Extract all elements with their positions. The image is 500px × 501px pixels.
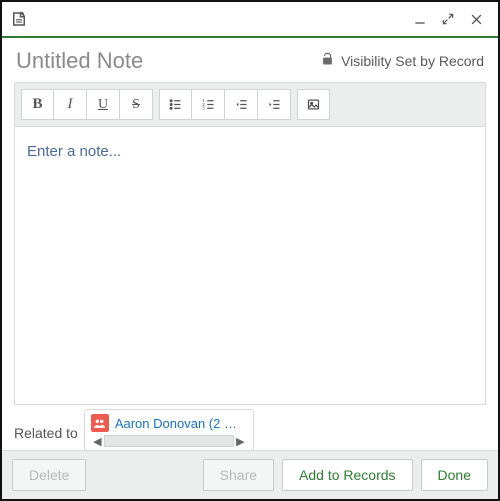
strikethrough-button[interactable]: S (120, 89, 153, 120)
indent-button[interactable] (258, 89, 291, 120)
insert-image-button[interactable] (297, 89, 330, 120)
expand-button[interactable] (434, 5, 462, 33)
done-button[interactable]: Done (421, 459, 488, 491)
window-titlebar (2, 2, 498, 36)
editor-placeholder: Enter a note... (27, 143, 121, 160)
note-title[interactable]: Untitled Note (16, 48, 143, 74)
close-button[interactable] (462, 5, 490, 33)
italic-button[interactable]: I (54, 89, 87, 120)
visibility-indicator[interactable]: Visibility Set by Record (320, 52, 484, 70)
note-editor[interactable]: Enter a note... (14, 127, 486, 405)
related-record-link[interactable]: Aaron Donovan (2 Em... (115, 416, 245, 431)
bold-button[interactable]: B (21, 89, 54, 120)
add-to-records-button[interactable]: Add to Records (282, 459, 413, 491)
footer-bar: Delete Share Add to Records Done (2, 450, 498, 499)
related-to-label: Related to (14, 419, 78, 441)
visibility-label: Visibility Set by Record (341, 53, 484, 69)
related-record-chip[interactable]: Aaron Donovan (2 Em... ◀ ▶ (84, 409, 254, 450)
outdent-button[interactable] (225, 89, 258, 120)
svg-text:3: 3 (202, 106, 205, 111)
unlock-icon (320, 52, 335, 70)
note-app-icon (10, 10, 28, 28)
note-header: Untitled Note Visibility Set by Record (2, 38, 498, 82)
share-button: Share (203, 459, 274, 491)
minimize-button[interactable] (406, 5, 434, 33)
scroll-track[interactable] (104, 435, 234, 447)
scroll-left-icon[interactable]: ◀ (91, 435, 104, 448)
related-scrollbar[interactable]: ◀ ▶ (91, 434, 247, 448)
underline-button[interactable]: U (87, 89, 120, 120)
contact-icon (91, 414, 109, 432)
delete-button: Delete (12, 459, 86, 491)
scroll-right-icon[interactable]: ▶ (234, 435, 247, 448)
related-to-row: Related to Aaron Donovan (2 Em... ◀ ▶ (2, 405, 498, 450)
formatting-toolbar: B I U S 123 (14, 82, 486, 127)
bulleted-list-button[interactable] (159, 89, 192, 120)
numbered-list-button[interactable]: 123 (192, 89, 225, 120)
